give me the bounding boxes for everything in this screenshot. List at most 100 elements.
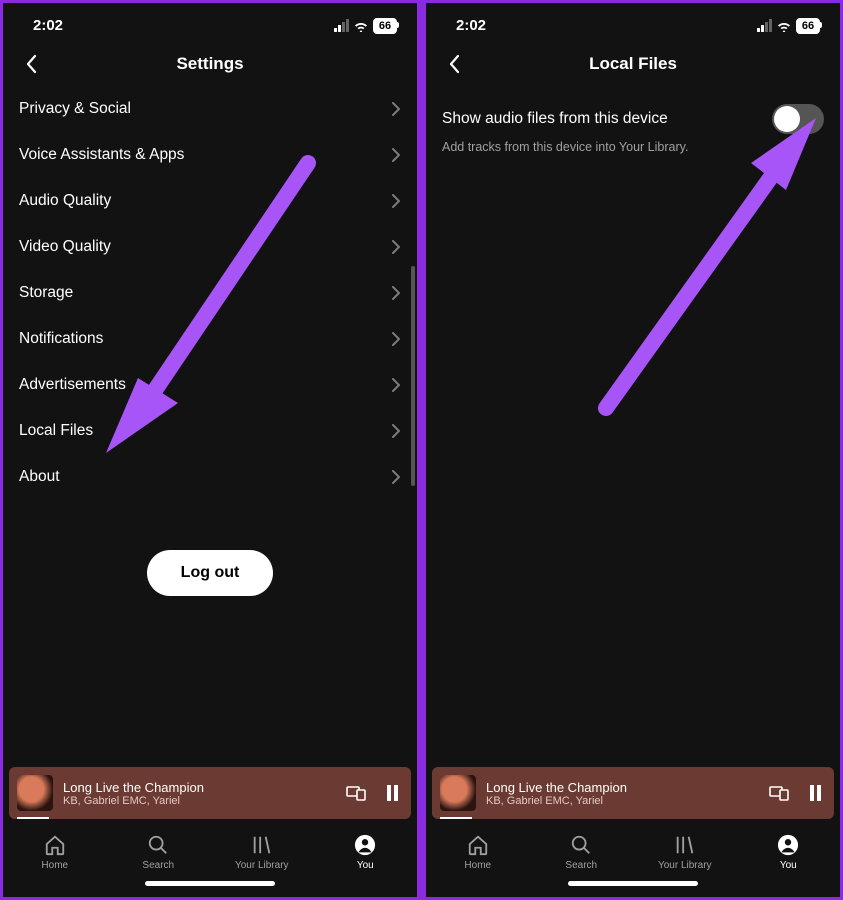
chevron-right-icon <box>391 285 401 301</box>
connect-devices-icon[interactable] <box>345 782 367 804</box>
home-icon <box>466 833 490 857</box>
track-artist: KB, Gabriel EMC, Yariel <box>63 795 335 807</box>
tab-label: Search <box>565 860 597 871</box>
settings-item-label: Voice Assistants & Apps <box>19 146 184 164</box>
wifi-icon <box>776 20 792 32</box>
status-time: 2:02 <box>456 17 486 34</box>
page-title: Local Files <box>589 54 677 74</box>
battery-icon: 66 <box>373 18 397 34</box>
profile-icon <box>353 833 377 857</box>
settings-item-label: About <box>19 468 60 486</box>
status-bar: 2:02 66 <box>3 3 417 42</box>
tab-home[interactable]: Home <box>20 833 90 871</box>
home-indicator <box>3 875 417 897</box>
settings-item-label: Privacy & Social <box>19 100 131 118</box>
header: Settings <box>3 42 417 86</box>
phone-left-settings: 2:02 66 Settings Privacy & Social Voice … <box>0 0 420 900</box>
toggle-subtext: Add tracks from this device into Your Li… <box>442 140 824 170</box>
local-files-content: Show audio files from this device Add tr… <box>426 86 840 761</box>
header: Local Files <box>426 42 840 86</box>
settings-item-about[interactable]: About <box>19 454 401 500</box>
now-playing-info: Long Live the Champion KB, Gabriel EMC, … <box>63 780 335 807</box>
album-art <box>440 775 476 811</box>
pause-icon <box>387 785 398 801</box>
status-time: 2:02 <box>33 17 63 34</box>
back-button[interactable] <box>442 52 466 76</box>
tab-label: You <box>780 860 797 871</box>
logout-button[interactable]: Log out <box>147 550 274 596</box>
tab-library[interactable]: Your Library <box>227 833 297 871</box>
tab-label: Search <box>142 860 174 871</box>
connect-devices-icon[interactable] <box>768 782 790 804</box>
settings-item-label: Storage <box>19 284 73 302</box>
phone-right-local-files: 2:02 66 Local Files Show audio files fro… <box>423 0 843 900</box>
home-indicator <box>426 875 840 897</box>
tab-label: You <box>357 860 374 871</box>
tab-home[interactable]: Home <box>443 833 513 871</box>
settings-item-privacy-social[interactable]: Privacy & Social <box>19 86 401 132</box>
pause-icon <box>810 785 821 801</box>
toggle-label: Show audio files from this device <box>442 110 668 128</box>
chevron-right-icon <box>391 377 401 393</box>
show-audio-files-row: Show audio files from this device <box>442 86 824 140</box>
tab-library[interactable]: Your Library <box>650 833 720 871</box>
settings-item-label: Notifications <box>19 330 103 348</box>
toggle-knob <box>774 106 800 132</box>
now-playing-bar[interactable]: Long Live the Champion KB, Gabriel EMC, … <box>432 767 834 819</box>
chevron-right-icon <box>391 147 401 163</box>
settings-item-label: Advertisements <box>19 376 126 394</box>
show-audio-files-toggle[interactable] <box>772 104 824 134</box>
battery-icon: 66 <box>796 18 820 34</box>
settings-item-storage[interactable]: Storage <box>19 270 401 316</box>
tab-you[interactable]: You <box>753 833 823 871</box>
profile-icon <box>776 833 800 857</box>
track-title: Long Live the Champion <box>486 780 758 795</box>
logout-container: Log out <box>19 500 401 646</box>
now-playing-bar[interactable]: Long Live the Champion KB, Gabriel EMC, … <box>9 767 411 819</box>
chevron-right-icon <box>391 239 401 255</box>
chevron-right-icon <box>391 331 401 347</box>
pause-button[interactable] <box>804 782 826 804</box>
now-playing-controls <box>345 782 403 804</box>
settings-item-label: Audio Quality <box>19 192 111 210</box>
chevron-right-icon <box>391 101 401 117</box>
track-title: Long Live the Champion <box>63 780 335 795</box>
cellular-signal-icon <box>757 19 772 32</box>
settings-item-label: Video Quality <box>19 238 111 256</box>
search-icon <box>146 833 170 857</box>
tab-search[interactable]: Search <box>123 833 193 871</box>
chevron-left-icon <box>448 54 460 74</box>
tab-search[interactable]: Search <box>546 833 616 871</box>
scrollbar[interactable] <box>411 266 415 486</box>
bottom-tab-bar: Home Search Your Library You <box>3 825 417 875</box>
page-title: Settings <box>176 54 243 74</box>
back-button[interactable] <box>19 52 43 76</box>
album-art <box>17 775 53 811</box>
settings-item-notifications[interactable]: Notifications <box>19 316 401 362</box>
pause-button[interactable] <box>381 782 403 804</box>
chevron-right-icon <box>391 193 401 209</box>
settings-item-local-files[interactable]: Local Files <box>19 408 401 454</box>
home-icon <box>43 833 67 857</box>
wifi-icon <box>353 20 369 32</box>
tab-label: Your Library <box>658 860 712 871</box>
settings-item-video-quality[interactable]: Video Quality <box>19 224 401 270</box>
settings-item-voice-assistants[interactable]: Voice Assistants & Apps <box>19 132 401 178</box>
search-icon <box>569 833 593 857</box>
tab-label: Your Library <box>235 860 289 871</box>
chevron-right-icon <box>391 423 401 439</box>
bottom-tab-bar: Home Search Your Library You <box>426 825 840 875</box>
status-indicators: 66 <box>334 18 397 34</box>
chevron-left-icon <box>25 54 37 74</box>
tab-label: Home <box>464 860 491 871</box>
tab-you[interactable]: You <box>330 833 400 871</box>
status-indicators: 66 <box>757 18 820 34</box>
progress-bar <box>440 817 472 819</box>
progress-bar <box>17 817 49 819</box>
settings-item-audio-quality[interactable]: Audio Quality <box>19 178 401 224</box>
now-playing-info: Long Live the Champion KB, Gabriel EMC, … <box>486 780 758 807</box>
settings-item-advertisements[interactable]: Advertisements <box>19 362 401 408</box>
status-bar: 2:02 66 <box>426 3 840 42</box>
tab-label: Home <box>41 860 68 871</box>
settings-list: Privacy & Social Voice Assistants & Apps… <box>3 86 417 761</box>
